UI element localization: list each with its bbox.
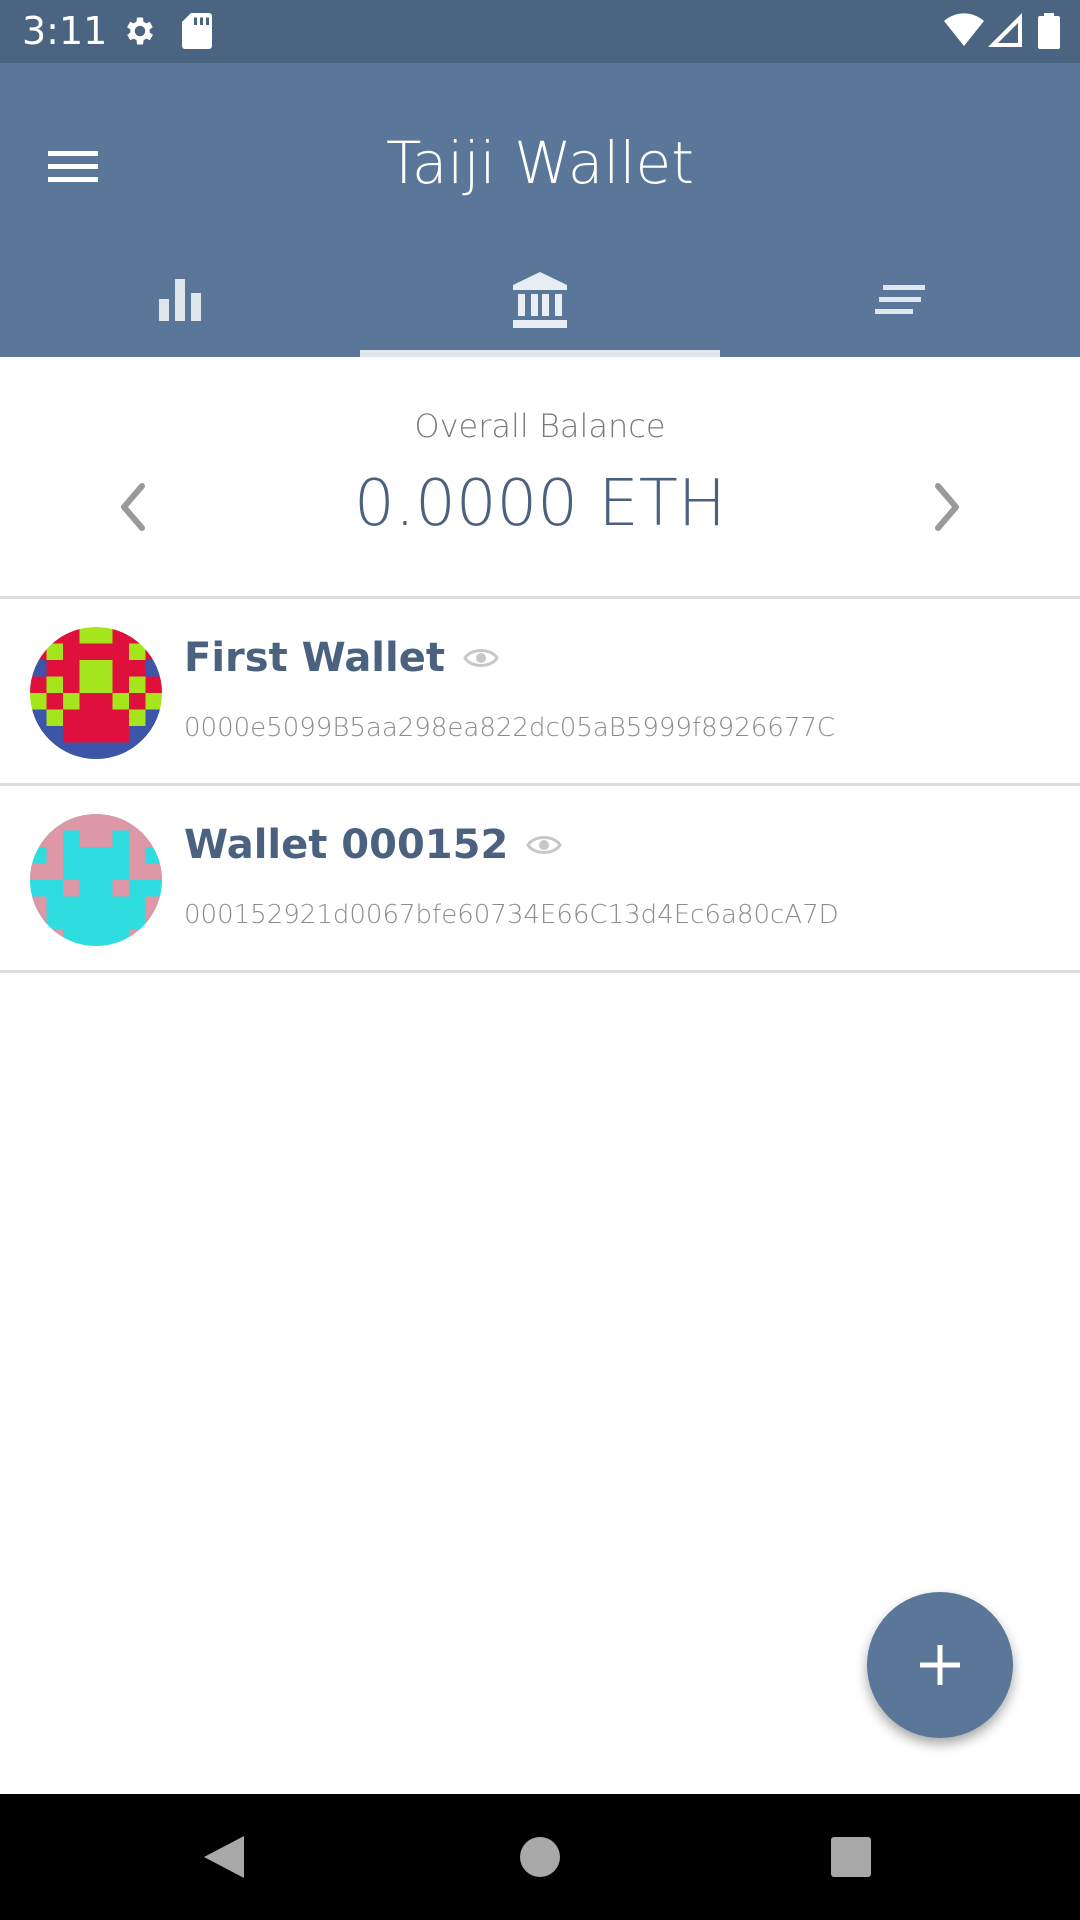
status-bar: 3:11 [0,0,1080,63]
eye-icon[interactable] [526,833,563,857]
chevron-left-icon [121,483,145,531]
selected-tab-indicator [360,350,720,357]
settings-icon [127,17,153,45]
sd-card-icon [182,13,212,49]
home-circle-icon [520,1837,560,1877]
recents-button[interactable] [818,1824,884,1890]
next-currency-button[interactable] [916,472,976,542]
wallet-address: 000152921d0067bfe60734E66C13d4Ec6a80cA7D [184,900,839,930]
tab-transactions[interactable] [720,243,1080,357]
divider [0,970,1080,973]
system-navigation-bar [0,1794,1080,1920]
bank-icon [513,272,567,328]
wallet-row-first-wallet[interactable]: First Wallet 0000e5099B5aa298ea822dc05aB… [0,599,1080,783]
previous-currency-button[interactable] [104,472,164,542]
tab-wallets[interactable] [360,243,720,357]
status-time: 3:11 [22,9,108,53]
wallet-identicon [30,814,162,946]
tab-statistics[interactable] [0,243,360,357]
wallet-name: Wallet 000152 [184,822,563,868]
list-lines-icon [875,285,925,314]
recents-square-icon [831,1837,871,1877]
eye-icon[interactable] [463,646,499,670]
app-bar: Taiji Wallet [0,63,1080,357]
bar-chart-icon [159,279,201,321]
wifi-icon [944,13,984,46]
battery-icon [1038,13,1060,49]
back-button[interactable] [192,1824,258,1890]
balance-section: Overall Balance 0.0000 ETH [0,357,1080,597]
home-button[interactable] [507,1824,573,1890]
wallet-name: First Wallet [184,635,499,681]
balance-label: Overall Balance [414,407,666,445]
signal-icon [988,13,1022,47]
wallet-address: 0000e5099B5aa298ea822dc05aB5999f8926677C [184,713,836,743]
plus-icon [920,1645,960,1685]
chevron-right-icon [935,483,959,531]
add-wallet-button[interactable] [867,1592,1013,1738]
wallet-row-wallet-000152[interactable]: Wallet 000152 000152921d0067bfe60734E66C… [0,786,1080,970]
wallet-name-label: First Wallet [184,635,445,681]
wallet-name-label: Wallet 000152 [184,822,509,868]
back-triangle-icon [204,1836,244,1878]
wallet-identicon [30,627,162,759]
app-title: Taiji Wallet [386,129,694,197]
